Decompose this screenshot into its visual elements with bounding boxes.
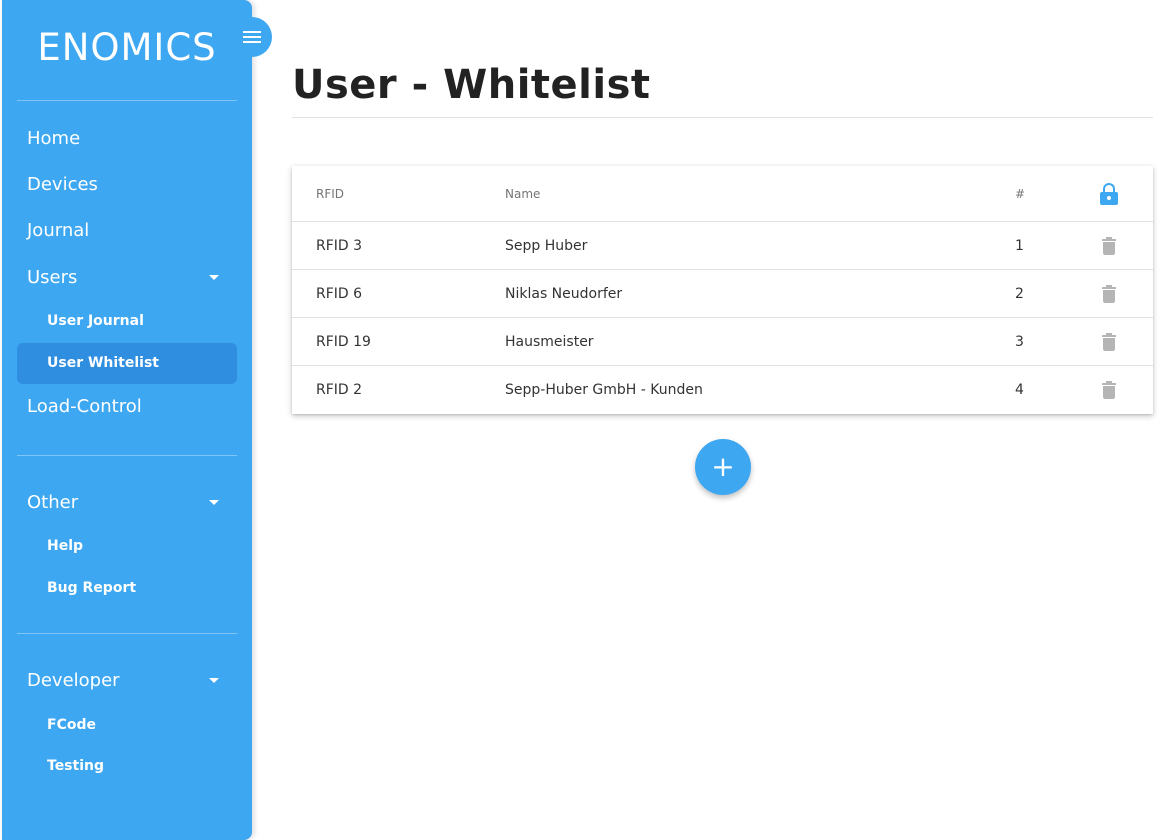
hamburger-menu-icon[interactable] [232,17,272,57]
table-header: RFID Name # [292,166,1153,222]
caret-down-icon [209,500,219,505]
sidebar-section-users[interactable]: Users [27,266,227,290]
brand-logo: ENOMICS [37,26,217,69]
sidebar-item-home[interactable]: Home [27,127,80,151]
trash-icon[interactable] [1100,222,1117,270]
cell-number: 3 [1015,334,1024,350]
sidebar-item-journal[interactable]: Journal [27,219,89,243]
cell-rfid: RFID 19 [316,334,371,350]
table-row: RFID 2 Sepp-Huber GmbH - Kunden 4 [292,366,1153,414]
sidebar-item-help[interactable]: Help [47,536,83,556]
page-title: User - Whitelist [292,62,651,108]
sidebar-item-user-journal[interactable]: User Journal [47,311,144,331]
trash-icon[interactable] [1100,366,1117,414]
sidebar-item-bug-report[interactable]: Bug Report [47,578,136,598]
cell-name: Niklas Neudorfer [505,286,623,302]
lock-icon[interactable] [1100,166,1118,222]
cell-rfid: RFID 6 [316,286,363,302]
sidebar-section-other-label: Other [27,492,79,513]
sidebar-item-testing[interactable]: Testing [47,756,104,776]
caret-down-icon [209,678,219,683]
trash-icon[interactable] [1100,270,1117,318]
add-entry-button[interactable]: + [695,439,751,495]
sidebar-item-devices[interactable]: Devices [27,173,98,197]
trash-icon[interactable] [1100,318,1117,366]
sidebar-section-users-label: Users [27,267,78,288]
table-row: RFID 6 Niklas Neudorfer 2 [292,270,1153,318]
whitelist-table: RFID Name # RFID 3 Sepp Huber 1 RFID 6 N… [292,166,1153,414]
table-row: RFID 19 Hausmeister 3 [292,318,1153,366]
cell-name: Hausmeister [505,334,594,350]
table-row: RFID 3 Sepp Huber 1 [292,222,1153,270]
cell-name: Sepp-Huber GmbH - Kunden [505,382,703,398]
cell-number: 1 [1015,238,1024,254]
column-header-name[interactable]: Name [505,166,540,222]
sidebar-item-load-control[interactable]: Load-Control [27,395,142,419]
sidebar-divider [17,100,237,101]
column-header-rfid[interactable]: RFID [316,166,344,222]
sidebar-divider [17,455,237,456]
sidebar: ENOMICS Home Devices Journal Users User … [2,0,252,840]
cell-number: 4 [1015,382,1024,398]
title-divider [292,117,1153,118]
sidebar-item-user-whitelist[interactable]: User Whitelist [47,353,159,373]
cell-number: 2 [1015,286,1024,302]
cell-name: Sepp Huber [505,238,588,254]
sidebar-section-other[interactable]: Other [27,491,227,515]
sidebar-item-fcode[interactable]: FCode [47,715,96,735]
cell-rfid: RFID 2 [316,382,363,398]
caret-down-icon [209,275,219,280]
cell-rfid: RFID 3 [316,238,363,254]
sidebar-section-developer[interactable]: Developer [27,669,227,693]
column-header-number[interactable]: # [1015,166,1025,222]
app-root: ENOMICS Home Devices Journal Users User … [0,0,1170,840]
sidebar-section-developer-label: Developer [27,670,120,691]
sidebar-divider [17,633,237,634]
